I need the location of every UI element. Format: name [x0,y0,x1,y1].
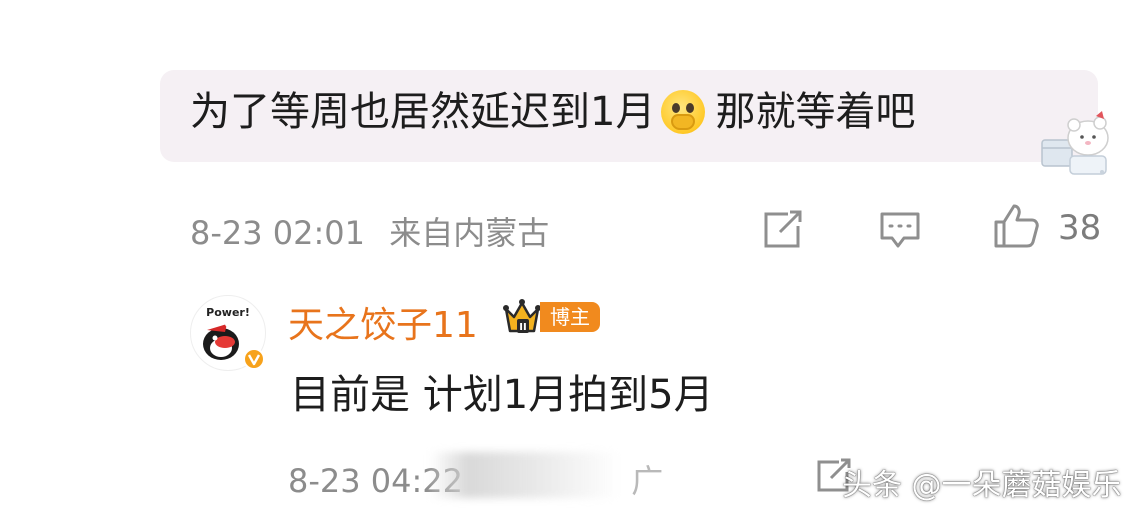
bear-gift-sticker-icon [1041,111,1109,175]
comment-text-part-1: 为了等周也居然延迟到1月 [190,89,656,135]
share-icon[interactable] [762,210,804,250]
comment-meta: 8-23 02:01 来自内蒙古 [190,208,549,254]
comment-text-part-2: 那就等着吧 [715,89,916,135]
pleading-hands-emoji-icon [661,90,706,134]
comment-icon[interactable] [878,210,922,250]
verified-v-icon [243,348,265,370]
avatar[interactable]: Power! [190,295,266,371]
crown-level-icon: II [503,299,541,333]
avatar-text: Power! [206,306,250,319]
like-count: 38 [1058,208,1102,248]
like-thumb-icon[interactable] [992,202,1040,250]
comment-time: 8-23 02:01 [190,214,366,252]
comment-text: 为了等周也居然延迟到1月 那就等着吧 [190,84,915,140]
blurred-region [430,452,620,498]
svg-text:II: II [519,322,526,333]
reply-location: 广 [631,462,664,500]
watermark: 头条 @一朵蘑菇娱乐 [842,468,1122,503]
blogger-badge: 博主 [540,302,600,332]
reply-text: 目前是 计划1月拍到5月 [290,372,714,418]
comment-location: 来自内蒙古 [389,214,550,252]
reply-username[interactable]: 天之饺子11 [288,296,478,348]
